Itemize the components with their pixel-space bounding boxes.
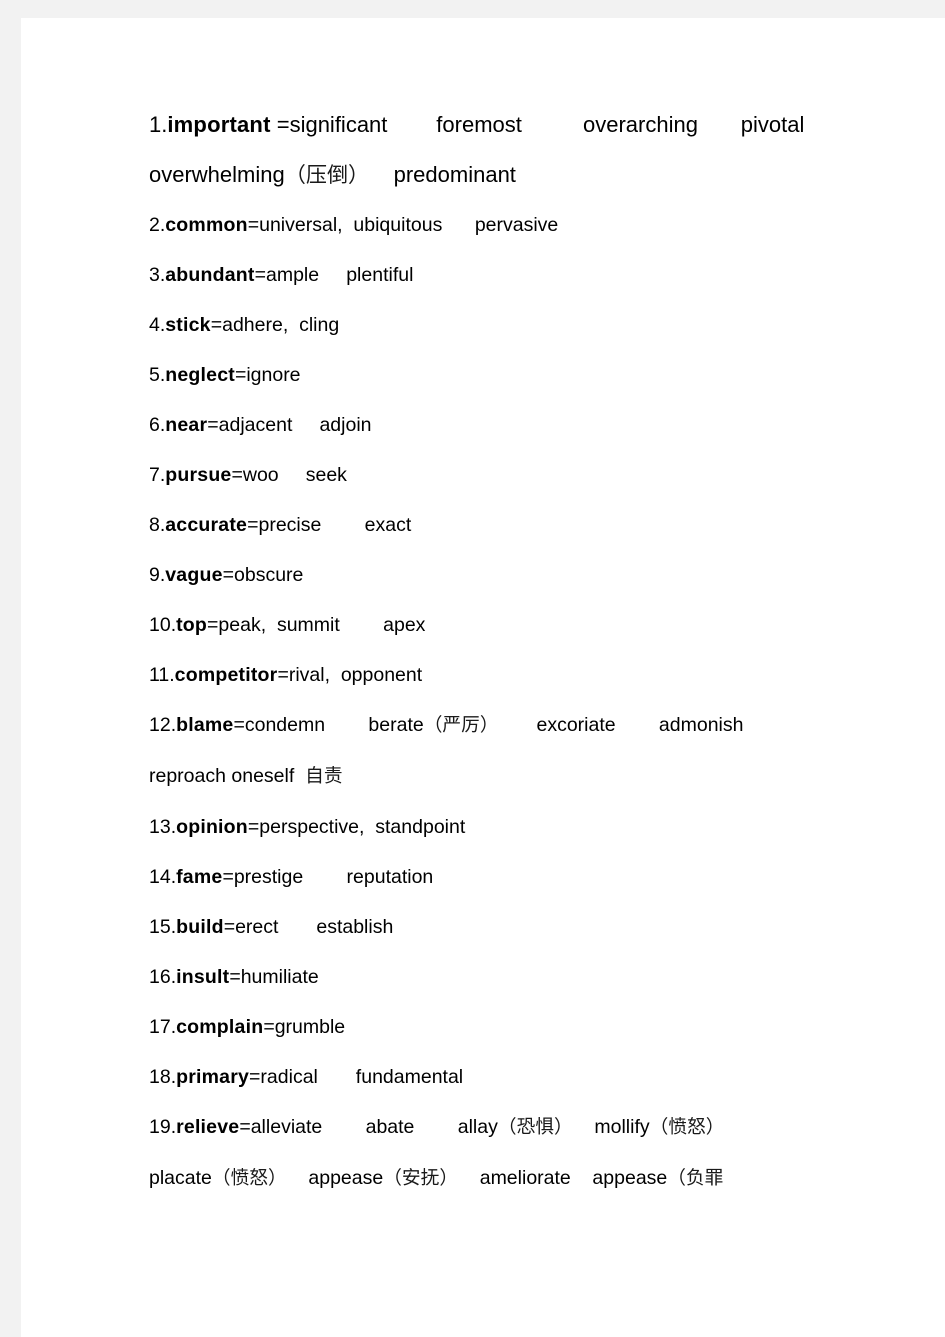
item-synonyms: =prestige reputation <box>222 866 434 888</box>
chinese-gloss: 自责 <box>305 766 343 787</box>
list-item: 10.top=peak, summit apex <box>149 600 939 650</box>
item-number: 1. <box>149 112 168 137</box>
item-continuation: placate（愤怒） appease（安抚） ameliorate appea… <box>149 1153 939 1204</box>
chinese-gloss: （负罪 <box>667 1168 724 1189</box>
item-number: 12. <box>149 714 177 736</box>
item-headword: neglect <box>165 364 235 386</box>
chinese-gloss: （压倒） <box>284 162 370 187</box>
list-item: 8.accurate=precise exact <box>149 500 939 550</box>
continuation-tail: predominant <box>369 162 516 187</box>
item-number: 15. <box>149 916 177 938</box>
continuation-text: overwhelming <box>149 162 285 187</box>
item-synonyms: =significant foremost overarching pivota… <box>270 112 805 137</box>
list-item: 15.build=erect establish <box>149 902 939 952</box>
list-item: 14.fame=prestige reputation <box>149 852 939 902</box>
item-number: 2. <box>149 214 166 236</box>
item-headword: important <box>167 112 271 137</box>
item-synonyms: =ignore <box>234 364 301 386</box>
item-synonyms: =erect establish <box>223 916 394 938</box>
item-number: 5. <box>149 364 166 386</box>
chinese-gloss: （愤怒） <box>211 1168 287 1189</box>
list-item: 5.neglect=ignore <box>149 350 939 400</box>
item-synonyms: =rival, opponent <box>277 664 423 686</box>
item-number: 14. <box>149 866 177 888</box>
list-item: 9.vague=obscure <box>149 550 939 600</box>
item-number: 18. <box>149 1066 177 1088</box>
item-number: 17. <box>149 1016 177 1038</box>
item-synonyms: =condemn berate <box>233 714 424 736</box>
item-synonyms: =ample plentiful <box>254 264 414 286</box>
list-item: 19.relieve=alleviate abate allay（恐惧） mol… <box>149 1102 939 1153</box>
vocabulary-list: 1.important =significant foremost overar… <box>149 100 939 1204</box>
item-headword: vague <box>165 564 223 586</box>
list-item: 1.important =significant foremost overar… <box>149 100 939 150</box>
list-item: 13.opinion=perspective, standpoint <box>149 802 939 852</box>
item-number: 3. <box>149 264 166 286</box>
item-headword: competitor <box>174 664 278 686</box>
item-synonyms: =adjacent adjoin <box>207 414 372 436</box>
list-item: 11.competitor=rival, opponent <box>149 650 939 700</box>
item-headword: primary <box>176 1066 250 1088</box>
item-headword: complain <box>176 1016 264 1038</box>
item-headword: near <box>165 414 208 436</box>
list-item: 16.insult=humiliate <box>149 952 939 1002</box>
item-number: 13. <box>149 816 177 838</box>
item-number: 6. <box>149 414 166 436</box>
item-synonyms: =adhere, cling <box>210 314 340 336</box>
list-item: 12.blame=condemn berate（严厉） excoriate ad… <box>149 700 939 751</box>
item-synonyms: =alleviate abate allay <box>239 1116 498 1138</box>
chinese-gloss: （愤怒） <box>649 1117 725 1138</box>
item-headword: common <box>165 214 248 236</box>
item-number: 4. <box>149 314 166 336</box>
item-synonyms-tail: excoriate admonish <box>498 714 744 736</box>
item-headword: fame <box>176 866 223 888</box>
list-item: 2.common=universal, ubiquitous pervasive <box>149 200 939 250</box>
chinese-gloss: （严厉） <box>423 715 499 736</box>
list-item: 7.pursue=woo seek <box>149 450 939 500</box>
continuation-tail: appease <box>286 1167 384 1189</box>
item-headword: blame <box>176 714 234 736</box>
item-synonyms: =woo seek <box>231 464 347 486</box>
item-synonyms-tail: mollify <box>572 1116 650 1138</box>
item-headword: accurate <box>165 514 248 536</box>
item-number: 16. <box>149 966 177 988</box>
item-synonyms: =peak, summit apex <box>207 614 426 636</box>
item-headword: abundant <box>165 264 255 286</box>
item-number: 10. <box>149 614 177 636</box>
document-page: 1.important =significant foremost overar… <box>21 18 945 1337</box>
item-number: 19. <box>149 1116 177 1138</box>
item-headword: stick <box>165 314 211 336</box>
item-synonyms: =perspective, standpoint <box>247 816 466 838</box>
item-headword: relieve <box>176 1116 240 1138</box>
item-synonyms: =universal, ubiquitous pervasive <box>247 214 559 236</box>
item-headword: opinion <box>176 816 248 838</box>
item-number: 7. <box>149 464 166 486</box>
continuation-text: reproach oneself <box>149 765 306 787</box>
continuation-tail: ameliorate appease <box>458 1167 668 1189</box>
continuation-text: placate <box>149 1167 212 1189</box>
chinese-gloss: （恐惧） <box>497 1117 573 1138</box>
item-number: 8. <box>149 514 166 536</box>
list-item: 4.stick=adhere, cling <box>149 300 939 350</box>
item-synonyms: =precise exact <box>247 514 412 536</box>
list-item: 6.near=adjacent adjoin <box>149 400 939 450</box>
item-continuation: reproach oneself 自责 <box>149 751 939 802</box>
item-synonyms: =grumble <box>263 1016 346 1038</box>
item-continuation: overwhelming（压倒） predominant <box>149 150 939 200</box>
chinese-gloss: （安抚） <box>383 1168 459 1189</box>
list-item: 18.primary=radical fundamental <box>149 1052 939 1102</box>
item-synonyms: =radical fundamental <box>249 1066 464 1088</box>
item-headword: insult <box>176 966 230 988</box>
item-headword: pursue <box>165 464 232 486</box>
list-item: 17.complain=grumble <box>149 1002 939 1052</box>
list-item: 3.abundant=ample plentiful <box>149 250 939 300</box>
item-synonyms: =obscure <box>222 564 304 586</box>
item-headword: top <box>176 614 208 636</box>
item-headword: build <box>176 916 224 938</box>
item-synonyms: =humiliate <box>229 966 319 988</box>
item-number: 9. <box>149 564 166 586</box>
item-number: 11. <box>149 664 175 686</box>
